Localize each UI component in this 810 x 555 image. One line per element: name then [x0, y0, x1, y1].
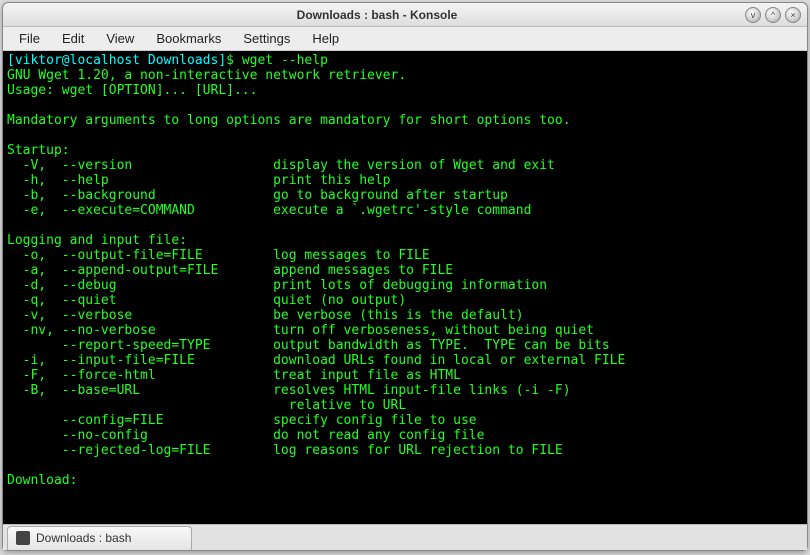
opt-row: relative to URL: [7, 398, 406, 413]
statusbar: Downloads : bash: [3, 524, 807, 550]
opt-row: -q, --quiet quiet (no output): [7, 293, 406, 308]
close-button[interactable]: ×: [785, 7, 801, 23]
hdr-download: Download:: [7, 473, 77, 488]
opt-row: -B, --base=URL resolves HTML input-file …: [7, 383, 571, 398]
opt-row: -h, --help print this help: [7, 173, 391, 188]
prompt-command: wget --help: [242, 53, 328, 68]
prompt-user-host: [viktor@localhost Downloads]: [7, 53, 226, 68]
out-mandatory: Mandatory arguments to long options are …: [7, 113, 571, 128]
opt-row: -v, --verbose be verbose (this is the de…: [7, 308, 524, 323]
session-tab[interactable]: Downloads : bash: [7, 526, 192, 550]
menubar: File Edit View Bookmarks Settings Help: [3, 27, 807, 51]
prompt-dollar: $: [226, 53, 234, 68]
opt-row: --report-speed=TYPE output bandwidth as …: [7, 338, 610, 353]
opt-row: -b, --background go to background after …: [7, 188, 508, 203]
out-version: GNU Wget 1.20, a non-interactive network…: [7, 68, 406, 83]
tab-label: Downloads : bash: [36, 531, 131, 545]
menu-help[interactable]: Help: [302, 29, 349, 48]
terminal-icon: [16, 531, 30, 545]
window-buttons: v ^ ×: [745, 7, 801, 23]
opt-row: -F, --force-html treat input file as HTM…: [7, 368, 461, 383]
opt-row: -i, --input-file=FILE download URLs foun…: [7, 353, 625, 368]
hdr-startup: Startup:: [7, 143, 70, 158]
terminal-output[interactable]: [viktor@localhost Downloads]$ wget --hel…: [3, 51, 807, 524]
opt-row: -o, --output-file=FILE log messages to F…: [7, 248, 430, 263]
opt-row: -a, --append-output=FILE append messages…: [7, 263, 453, 278]
maximize-button[interactable]: ^: [765, 7, 781, 23]
menu-edit[interactable]: Edit: [52, 29, 94, 48]
opt-row: --no-config do not read any config file: [7, 428, 484, 443]
menu-view[interactable]: View: [96, 29, 144, 48]
opt-row: --rejected-log=FILE log reasons for URL …: [7, 443, 563, 458]
opt-row: -e, --execute=COMMAND execute a `.wgetrc…: [7, 203, 531, 218]
opt-row: --config=FILE specify config file to use: [7, 413, 477, 428]
minimize-button[interactable]: v: [745, 7, 761, 23]
maximize-icon: ^: [771, 10, 775, 20]
konsole-window: Downloads : bash - Konsole v ^ × File Ed…: [2, 2, 808, 551]
opt-row: -V, --version display the version of Wge…: [7, 158, 555, 173]
menu-settings[interactable]: Settings: [233, 29, 300, 48]
close-icon: ×: [790, 10, 795, 20]
minimize-icon: v: [751, 10, 756, 20]
opt-row: -d, --debug print lots of debugging info…: [7, 278, 547, 293]
hdr-logging: Logging and input file:: [7, 233, 187, 248]
menu-bookmarks[interactable]: Bookmarks: [146, 29, 231, 48]
opt-row: -nv, --no-verbose turn off verboseness, …: [7, 323, 594, 338]
out-usage: Usage: wget [OPTION]... [URL]...: [7, 83, 257, 98]
titlebar[interactable]: Downloads : bash - Konsole v ^ ×: [3, 3, 807, 27]
window-title: Downloads : bash - Konsole: [9, 8, 745, 22]
menu-file[interactable]: File: [9, 29, 50, 48]
